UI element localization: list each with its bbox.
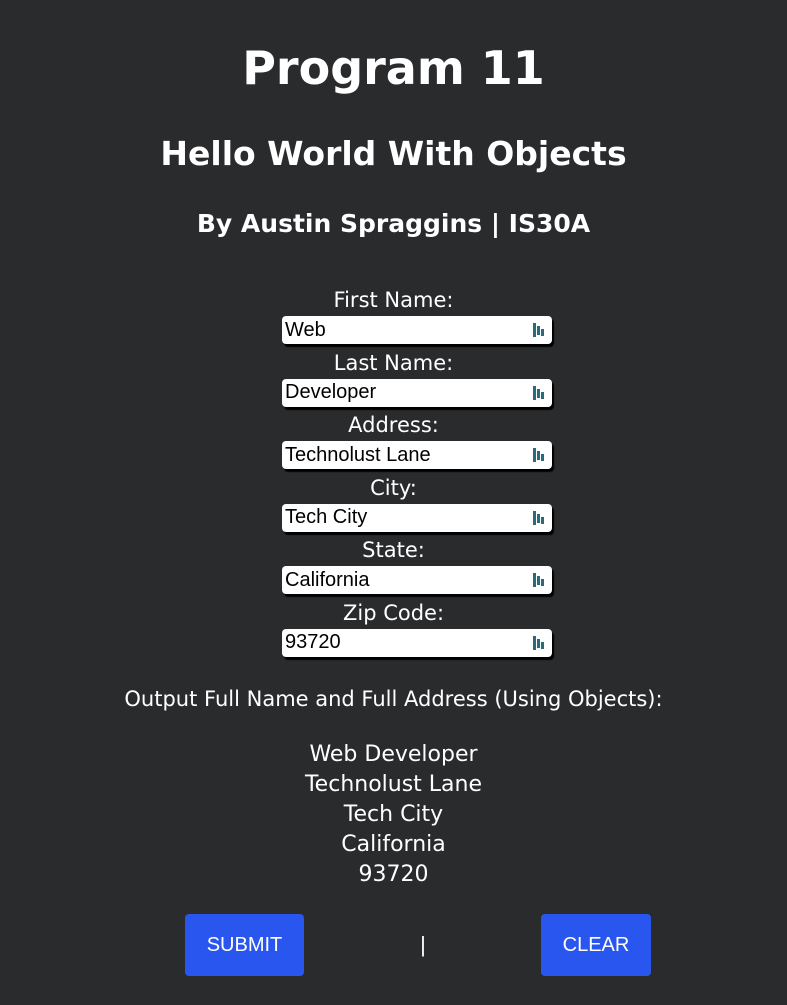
password-manager-icon[interactable] [532, 385, 546, 401]
city-input[interactable] [282, 503, 552, 532]
last-name-box [282, 378, 552, 407]
zip-code-box [282, 628, 552, 657]
output-label: Output Full Name and Full Address (Using… [124, 687, 663, 711]
button-separator: | [420, 932, 426, 957]
password-manager-icon[interactable] [532, 572, 546, 588]
last-name-group: Last Name: [0, 348, 787, 411]
address-label: Address: [348, 413, 439, 438]
state-input[interactable] [282, 566, 552, 595]
city-box [282, 503, 552, 532]
password-manager-icon[interactable] [532, 447, 546, 463]
password-manager-icon[interactable] [532, 510, 546, 526]
first-name-input[interactable] [282, 316, 552, 344]
output-city: Tech City [343, 802, 444, 827]
first-name-group: First Name: [0, 285, 787, 348]
city-group: City: [0, 473, 787, 536]
last-name-input[interactable] [282, 378, 552, 407]
state-group: State: [0, 535, 787, 598]
state-label: State: [362, 538, 425, 563]
output-zip-code: 93720 [358, 862, 429, 887]
address-group: Address: [0, 410, 787, 473]
password-manager-icon[interactable] [532, 322, 546, 338]
page-subtitle: Hello World With Objects [160, 134, 627, 173]
state-box [282, 566, 552, 595]
author-byline: By Austin Spraggins | IS30A [196, 209, 591, 238]
zip-code-group: Zip Code: [0, 598, 787, 661]
output-full-name: Web Developer [309, 742, 478, 767]
first-name-box [282, 316, 552, 344]
address-input[interactable] [282, 441, 552, 470]
last-name-label: Last Name: [333, 350, 454, 375]
address-box [282, 441, 552, 470]
output-address: Technolust Lane [304, 772, 483, 797]
password-manager-icon[interactable] [532, 635, 546, 651]
output-block: Web Developer Technolust Lane Tech City … [0, 740, 787, 890]
zip-code-label: Zip Code: [342, 600, 445, 625]
city-label: City: [370, 475, 417, 500]
clear-button[interactable]: CLEAR [541, 914, 651, 976]
first-name-label: First Name: [333, 288, 454, 312]
page-title: Program 11 [242, 41, 545, 95]
output-state: California [341, 832, 446, 857]
address-form: First Name: Last Name: Address: City: St… [0, 285, 787, 661]
submit-button[interactable]: SUBMIT [185, 914, 304, 976]
zip-code-input[interactable] [282, 628, 552, 657]
